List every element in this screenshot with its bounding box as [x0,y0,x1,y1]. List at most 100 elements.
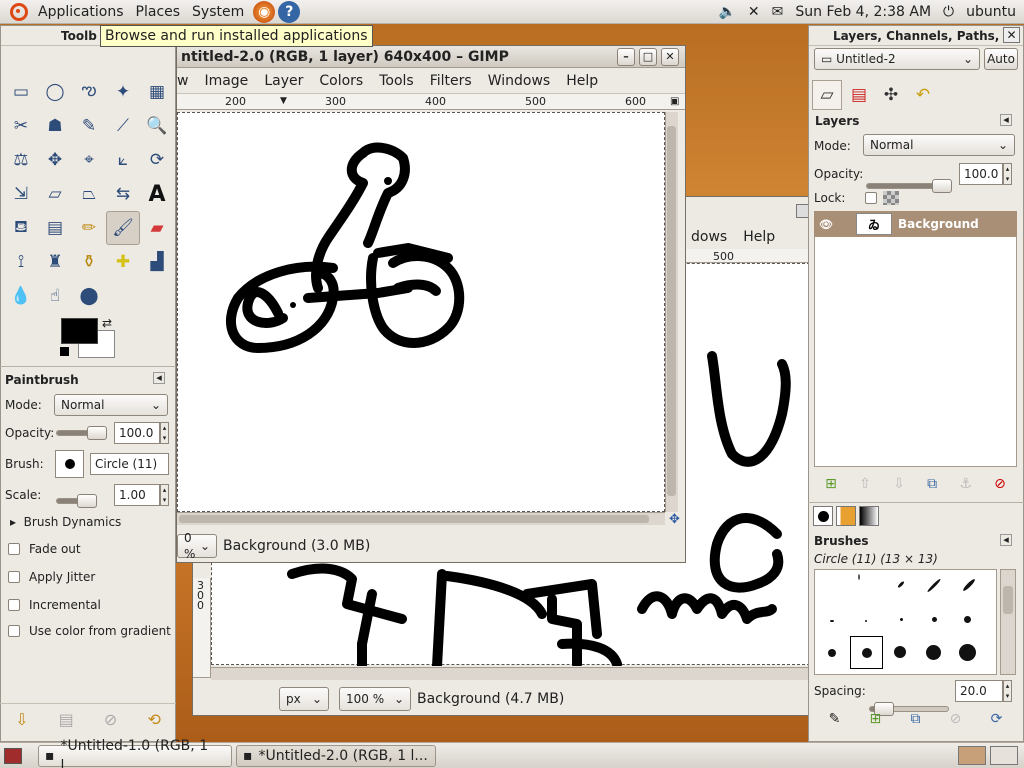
brush-preview[interactable] [55,450,84,478]
show-desktop-icon[interactable] [4,747,22,764]
menu-places[interactable]: Places [130,1,187,23]
paintbrush-tool-icon[interactable]: 🖌 [106,211,140,245]
layers-list[interactable] [814,211,1017,467]
incremental-checkbox[interactable] [8,599,20,611]
menu-windows[interactable]: Windows [480,73,559,89]
incremental-option[interactable]: Incremental [8,598,101,612]
layers-mode-select[interactable]: Normal ⌄ [863,134,1015,156]
back-unit-select[interactable]: px ⌄ [279,687,329,711]
tab-undo-icon[interactable]: ↶ [908,80,938,110]
bucket-fill-tool-icon[interactable]: ⛾ [4,211,38,245]
menu-applications[interactable]: Applications [32,1,130,23]
clone-tool-icon[interactable]: ⚱ [72,245,106,279]
lasso-tool-icon[interactable]: ఌ [72,75,106,109]
visibility-eye-icon[interactable]: 👁 [814,218,838,231]
lower-layer-icon[interactable]: ⇩ [893,476,905,492]
menu-view[interactable]: w [177,73,196,89]
color-from-gradient-option[interactable]: Use color from gradient [8,624,171,638]
delete-options-icon[interactable]: ⊘ [104,710,117,729]
default-colors-icon[interactable] [60,347,69,356]
move-tool-icon[interactable]: ✥ [38,143,72,177]
image-select[interactable]: ▭ Untitled-2 ⌄ [814,48,980,70]
scale-tool-icon[interactable]: ⇲ [4,177,38,211]
scale-field[interactable]: 1.00 [114,484,160,506]
airbrush-tool-icon[interactable]: ⟟ [4,245,38,279]
tab-channels-icon[interactable]: ▤ [844,80,874,110]
menu-help[interactable]: Help [558,73,606,89]
mail-icon[interactable]: ✉ [772,4,784,20]
task-untitled-1[interactable]: ▪ *Untitled-1.0 (RGB, 1 l... [38,738,232,768]
zoom-tool-icon[interactable]: 🔍 [140,109,174,143]
selected-brush-cell[interactable] [850,636,883,669]
menu-image[interactable]: Image [196,73,256,89]
menu-colors[interactable]: Colors [311,73,371,89]
tab-brushes-icon[interactable] [813,506,833,526]
menu-layer[interactable]: Layer [256,73,311,89]
quick-mask-icon[interactable]: ▣ [670,96,679,107]
color-select-tool-icon[interactable]: ▦ [140,75,174,109]
foreground-select-tool-icon[interactable]: ☗ [38,109,72,143]
brushes-scrollbar[interactable] [1000,569,1016,675]
spacing-field[interactable]: 20.0 [955,680,1003,702]
brush-dynamics-expander[interactable]: ▸ Brush Dynamics [10,515,121,529]
front-zoom-select[interactable]: 0 % ⌄ [177,531,217,561]
close-button[interactable]: ✕ [661,48,679,66]
task-untitled-2[interactable]: ▪ *Untitled-2.0 (RGB, 1 l... [236,744,436,767]
front-horizontal-scrollbar[interactable] [177,512,665,525]
new-brush-icon[interactable]: ⊞ [870,711,882,727]
duplicate-brush-icon[interactable]: ⧉ [910,711,920,727]
back-horizontal-scrollbar[interactable] [211,667,810,680]
navigate-icon[interactable]: ✥ [669,512,680,527]
clock[interactable]: Sun Feb 4, 2:38 AM [795,4,931,20]
paths-tool-icon[interactable]: ✎ [72,109,106,143]
front-vertical-scrollbar[interactable] [665,112,678,512]
ellipse-select-tool-icon[interactable]: ◯ [38,75,72,109]
tab-paths-icon[interactable]: ✣ [876,80,906,110]
user-name[interactable]: ubuntu [966,4,1016,20]
tab-patterns-icon[interactable] [836,506,856,526]
power-icon[interactable]: ⏻ [943,4,954,20]
back-menu-help[interactable]: Help [735,229,783,245]
menu-tools[interactable]: Tools [371,73,422,89]
tab-gradients-icon[interactable] [859,506,879,526]
smudge-tool-icon[interactable]: ☝ [38,279,72,313]
perspective-tool-icon[interactable]: ⏢ [72,177,106,211]
workspace-2[interactable] [990,746,1018,765]
scale-slider[interactable] [56,494,97,508]
dodge-burn-tool-icon[interactable]: ⬤ [72,279,106,313]
foreground-color-swatch[interactable] [61,318,98,344]
lock-alpha-icon[interactable] [883,191,899,205]
network-icon[interactable]: ✕ [748,4,760,20]
opacity-field[interactable]: 100.0 [114,422,160,444]
pencil-tool-icon[interactable]: ✏ [72,211,106,245]
minimize-button[interactable]: – [617,48,635,66]
edit-brush-icon[interactable]: ✎ [829,711,841,727]
front-canvas[interactable] [177,112,665,512]
delete-brush-icon[interactable]: ⊘ [950,711,962,727]
brush-name-field[interactable]: Circle (11) [90,453,169,475]
layers-configure-icon[interactable]: ◂ [1000,114,1012,126]
rotate-tool-icon[interactable]: ⟳ [140,143,174,177]
anchor-layer-icon[interactable]: ⚓ [959,476,972,492]
fuzzy-select-tool-icon[interactable]: ✦ [106,75,140,109]
align-tool-icon[interactable]: ⌖ [72,143,106,177]
crop-tool-icon[interactable]: ⟀ [106,143,140,177]
rect-select-tool-icon[interactable]: ▭ [4,75,38,109]
restore-options-icon[interactable]: ▤ [59,710,74,729]
perspective-clone-tool-icon[interactable]: ▟ [140,245,174,279]
fade-out-checkbox[interactable] [8,543,20,555]
shear-tool-icon[interactable]: ▱ [38,177,72,211]
measure-tool-icon[interactable]: ⚖ [4,143,38,177]
auto-button[interactable]: Auto [984,48,1018,70]
layers-opacity-spin-icon[interactable]: ▴ ▾ [1003,163,1012,185]
brushes-configure-icon[interactable]: ◂ [1000,534,1012,546]
eraser-tool-icon[interactable]: ▰ [140,211,174,245]
fade-out-option[interactable]: Fade out [8,542,81,556]
blend-tool-icon[interactable]: ▤ [38,211,72,245]
ink-tool-icon[interactable]: ♜ [38,245,72,279]
front-titlebar[interactable]: ntitled-2.0 (RGB, 1 layer) 640x400 – GIM… [177,46,685,68]
save-options-icon[interactable]: ⇩ [15,710,28,729]
layers-opacity-slider[interactable] [866,179,952,193]
heal-tool-icon[interactable]: ✚ [106,245,140,279]
apply-jitter-option[interactable]: Apply Jitter [8,570,95,584]
